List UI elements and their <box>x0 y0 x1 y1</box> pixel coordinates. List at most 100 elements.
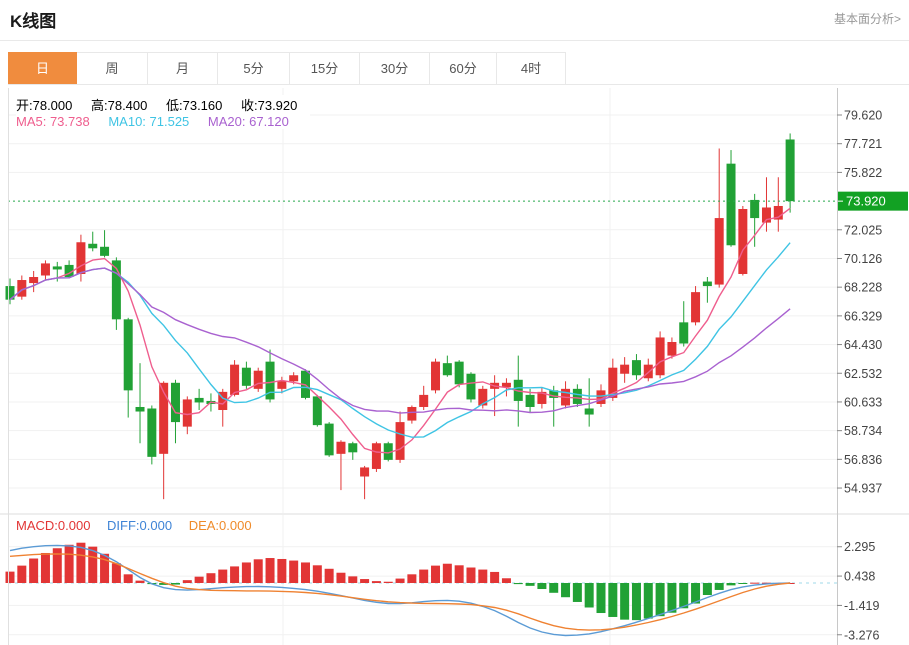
macd-hist-bar <box>585 583 594 607</box>
tab-period-week[interactable]: 周 <box>77 52 148 84</box>
y-axis-tick-label: 56.836 <box>844 453 882 467</box>
fundamental-analysis-link[interactable]: 基本面分析> <box>834 10 901 27</box>
y-axis-tick-label: 58.734 <box>844 424 882 438</box>
macd-hist-bar <box>206 573 215 583</box>
candle-body <box>667 342 676 356</box>
candle-body <box>171 383 180 422</box>
candle-body <box>230 365 239 395</box>
macd-hist-bar <box>301 562 310 583</box>
tab-period-day[interactable]: 日 <box>8 52 77 84</box>
candle-body <box>466 374 475 400</box>
macd-hist-bar <box>502 578 511 583</box>
macd-hist-bar <box>632 583 641 620</box>
period-tab-bar: 日 周 月 5分 15分 30分 60分 4时 <box>8 52 909 85</box>
low-value: 低:73.160 <box>166 98 222 113</box>
macd-hist-bar <box>124 574 133 583</box>
macd-hist-bar <box>431 566 440 583</box>
macd-hist-bar <box>478 570 487 583</box>
macd-hist-bar <box>183 580 192 583</box>
macd-axis-tick-label: 0.438 <box>844 570 875 584</box>
candle-body <box>679 322 688 343</box>
macd-hist-bar <box>537 583 546 589</box>
candle-body <box>455 362 464 385</box>
y-axis-tick-label: 68.228 <box>844 281 882 295</box>
candle-body <box>277 381 286 389</box>
macd-hist-bar <box>242 562 251 583</box>
candle-body <box>585 408 594 414</box>
ma5-value: MA5: 73.738 <box>16 114 90 129</box>
macd-hist-bar <box>549 583 558 593</box>
page-title: K线图 <box>10 7 56 32</box>
candle-body <box>620 365 629 374</box>
macd-hist-bar <box>384 582 393 583</box>
tab-period-month[interactable]: 月 <box>148 52 218 84</box>
macd-hist-bar <box>750 583 759 584</box>
macd-legend: MACD:0.000 DIFF:0.000 DEA:0.000 <box>16 518 265 533</box>
macd-hist-bar <box>171 583 180 585</box>
candle-body <box>360 467 369 476</box>
candle-body <box>336 442 345 454</box>
y-axis-tick-label: 60.633 <box>844 395 882 409</box>
candle-body <box>372 443 381 469</box>
candle-body <box>419 395 428 407</box>
macd-hist-bar <box>490 572 499 583</box>
macd-value: MACD:0.000 <box>16 518 90 533</box>
macd-hist-bar <box>372 581 381 583</box>
tab-period-15min[interactable]: 15分 <box>290 52 360 84</box>
tab-period-4hour[interactable]: 4时 <box>497 52 566 84</box>
macd-hist-bar <box>218 570 227 583</box>
kline-chart-area[interactable]: 79.62077.72175.82272.02570.12668.22866.3… <box>0 88 909 645</box>
candle-body <box>656 337 665 375</box>
close-value: 收:73.920 <box>241 98 297 113</box>
y-axis-tick-label: 72.025 <box>844 223 882 237</box>
ohlc-readout: 开:78.000 高:78.400 低:73.160 收:73.920 <box>16 95 318 114</box>
macd-hist-bar <box>313 565 322 583</box>
macd-hist-bar <box>348 576 357 583</box>
candle-body <box>443 363 452 375</box>
candle-body <box>644 365 653 379</box>
open-value: 开:78.000 <box>16 98 72 113</box>
candle-body <box>41 263 50 275</box>
macd-hist-bar <box>112 563 121 583</box>
macd-hist-bar <box>41 553 50 583</box>
ma-legend: MA5: 73.738 MA10: 71.525 MA20: 67.120 <box>16 114 310 129</box>
macd-hist-bar <box>443 564 452 583</box>
candle-body <box>195 398 204 403</box>
macd-hist-bar <box>254 559 263 583</box>
macd-hist-bar <box>715 583 724 590</box>
macd-hist-bar <box>407 574 416 583</box>
ma20-value: MA20: 67.120 <box>208 114 289 129</box>
macd-hist-bar <box>396 579 405 583</box>
macd-hist-bar <box>597 583 606 613</box>
tab-period-60min[interactable]: 60分 <box>430 52 497 84</box>
macd-hist-bar <box>230 566 239 583</box>
candle-body <box>526 395 535 407</box>
candle-body <box>254 371 263 389</box>
macd-hist-bar <box>136 581 145 583</box>
kline-chart-canvas: 79.62077.72175.82272.02570.12668.22866.3… <box>0 88 909 645</box>
candle-body <box>396 422 405 460</box>
macd-hist-bar <box>727 583 736 585</box>
y-axis-tick-label: 62.532 <box>844 367 882 381</box>
candle-body <box>147 408 156 456</box>
macd-hist-bar <box>667 583 676 613</box>
macd-hist-bar <box>466 568 475 583</box>
macd-hist-bar <box>419 570 428 583</box>
candle-body <box>100 247 109 256</box>
candle-body <box>325 424 334 456</box>
candle-body <box>242 368 251 386</box>
header-divider <box>0 40 909 41</box>
candle-body <box>632 360 641 375</box>
candle-body <box>750 200 759 218</box>
candle-body <box>289 375 298 381</box>
macd-hist-bar <box>514 583 523 584</box>
high-value: 高:78.400 <box>91 98 147 113</box>
candle-body <box>88 244 97 249</box>
macd-hist-bar <box>573 583 582 602</box>
candle-body <box>727 164 736 246</box>
tab-period-30min[interactable]: 30分 <box>360 52 430 84</box>
macd-hist-bar <box>620 583 629 620</box>
current-price-tag-label: 73.920 <box>846 194 886 209</box>
macd-axis-tick-label: -3.276 <box>844 628 879 642</box>
tab-period-5min[interactable]: 5分 <box>218 52 290 84</box>
